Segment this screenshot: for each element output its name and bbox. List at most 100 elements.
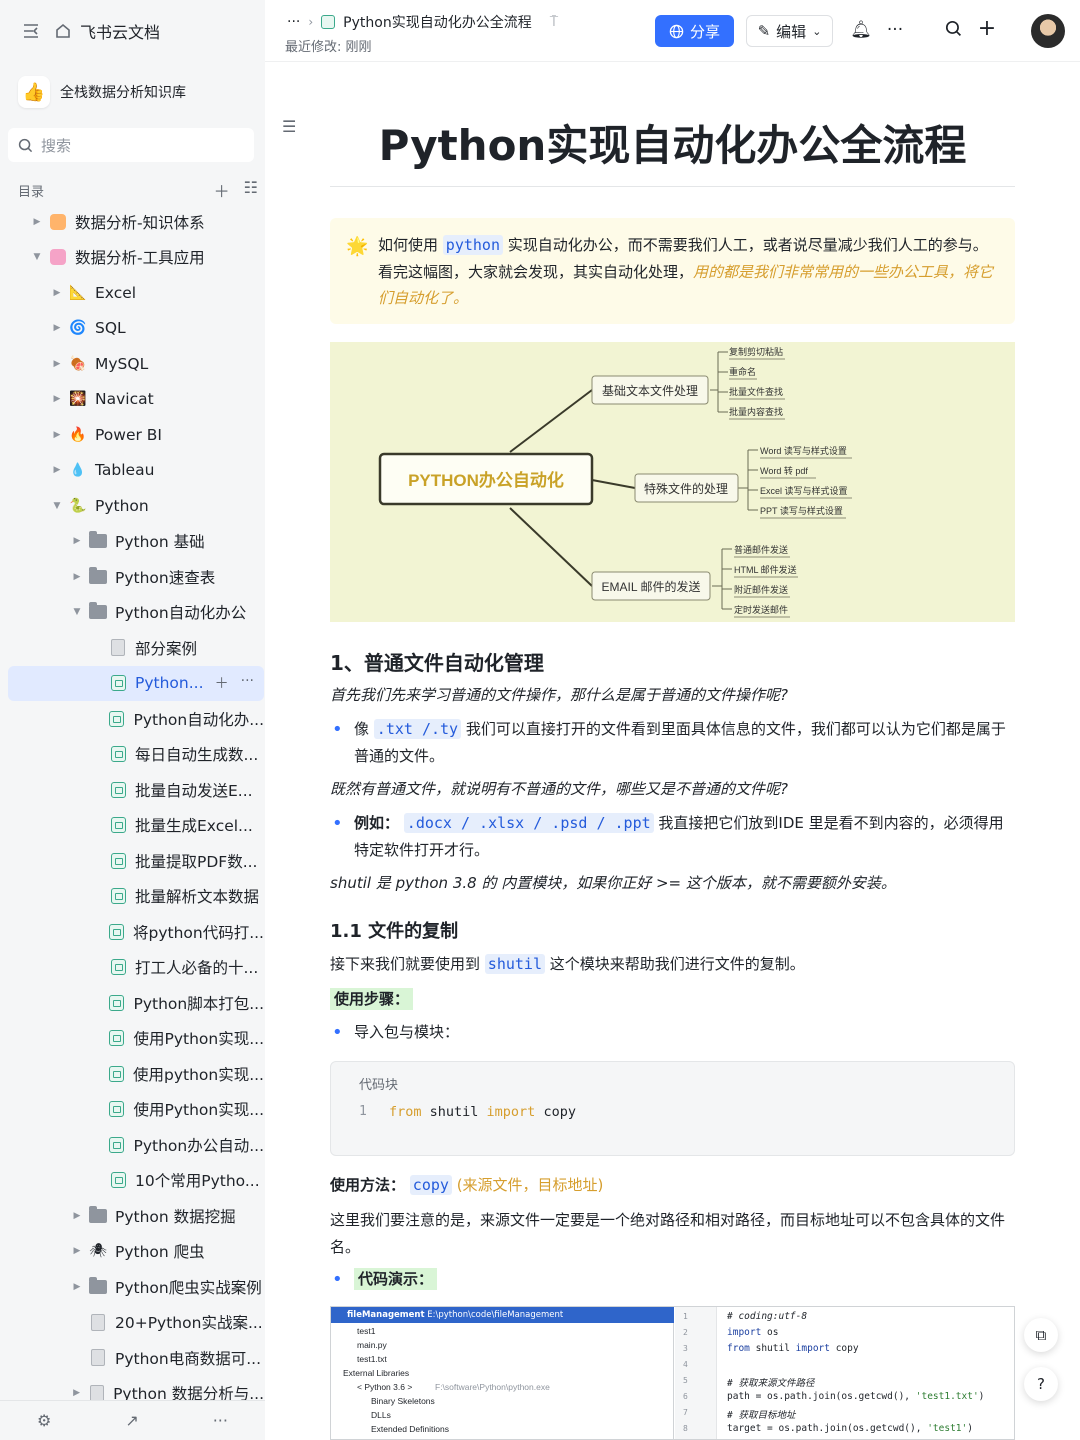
sidebar-tree-item[interactable]: ▶ Python爬虫实战案例 <box>8 1269 264 1305</box>
outline-icon[interactable]: ☰ <box>282 117 298 136</box>
caret-right-icon[interactable]: ▶ <box>70 1282 84 1292</box>
caret-right-icon[interactable]: ▶ <box>50 323 64 333</box>
sidebar-tree-item[interactable]: ▶ 🍖 MySQL <box>8 346 264 382</box>
tree-item: Binary Skeletons <box>371 1396 435 1406</box>
copy-link-icon[interactable]: ⧉ <box>1024 1318 1058 1352</box>
home-icon[interactable] <box>54 22 72 40</box>
sidebar-tree-item[interactable]: Python电商数据可... <box>8 1340 264 1376</box>
sidebar-tree-item[interactable]: 部分案例 <box>8 630 264 666</box>
sidebar-tree-item[interactable]: ▶ 🌀 SQL <box>8 311 264 347</box>
bullet-label: 例如： <box>354 814 400 832</box>
paragraph: 使用方法： copy (来源文件，目标地址) <box>330 1172 1015 1199</box>
sidebar-tree-item[interactable]: 打工人必备的十... <box>8 950 264 986</box>
more-icon[interactable]: ··· <box>884 20 906 40</box>
chevron-right-icon: › <box>308 15 314 29</box>
sidebar-tree-item[interactable]: ▶ Python速查表 <box>8 559 264 595</box>
sidebar-tree-item[interactable]: ▼ Python自动化办公 <box>8 595 264 631</box>
sidebar-tree-item[interactable]: 批量自动发送E... <box>8 772 264 808</box>
sidebar-tree-item[interactable]: 每日自动生成数... <box>8 737 264 773</box>
share-out-icon[interactable]: ↗ <box>125 1411 138 1430</box>
breadcrumb-more[interactable]: ··· <box>287 14 300 30</box>
app-title[interactable]: 飞书云文档 <box>80 19 160 43</box>
sidebar-tree-item[interactable]: ▶ 💧 Tableau <box>8 453 264 489</box>
line-number: 4 <box>683 1360 688 1369</box>
sidebar-tree-item[interactable]: Python自动化办... <box>8 701 264 737</box>
collapse-sidebar-icon[interactable] <box>22 22 40 40</box>
caret-right-icon[interactable]: ▶ <box>30 217 44 227</box>
sidebar-tree-item[interactable]: ▼ 🐍 Python <box>8 488 264 524</box>
more-icon[interactable]: ··· <box>241 673 254 693</box>
search-icon[interactable] <box>942 20 964 42</box>
settings-icon[interactable]: ⚙ <box>37 1411 51 1430</box>
search-input[interactable]: 搜索 <box>8 128 254 162</box>
sidebar-tree-label: 批量自动发送E... <box>135 781 253 800</box>
sidebar-tree-item[interactable]: Python办公自动... <box>8 1127 264 1163</box>
sidebar-tree-item[interactable]: 将python代码打... <box>8 914 264 950</box>
add-icon[interactable]: ＋ <box>214 178 230 202</box>
doc-icon <box>107 1099 126 1119</box>
sidebar-tree-item[interactable]: 使用python实现... <box>8 1056 264 1092</box>
doc-icon <box>108 815 128 835</box>
editor-gutter: 1 2 3 4 5 6 7 8 <box>675 1307 717 1439</box>
sidebar-tree-item[interactable]: ▶ Python 基础 <box>8 524 264 560</box>
caret-down-icon[interactable]: ▼ <box>50 501 64 511</box>
project-tree: fileManagement E:\python\code\fileManage… <box>331 1307 674 1439</box>
sidebar-tree-item[interactable]: ▶ 🎇 Navicat <box>8 382 264 418</box>
sidebar-tree-item[interactable]: 20+Python实战案... <box>8 1305 264 1341</box>
caret-right-icon[interactable]: ▶ <box>70 1388 83 1398</box>
sidebar-tree-item[interactable]: 10个常用Pytho... <box>8 1163 264 1199</box>
code-comment: # 获取来源文件路径 <box>727 1378 815 1389</box>
caret-right-icon[interactable]: ▶ <box>50 465 64 475</box>
sidebar-tree-item[interactable]: 使用Python实现... <box>8 1021 264 1057</box>
caret-right-icon[interactable]: ▶ <box>50 430 64 440</box>
line-number: 8 <box>683 1424 688 1433</box>
caret-right-icon[interactable]: ▶ <box>50 394 64 404</box>
sidebar-tree-item[interactable]: Python... ＋ ··· <box>8 665 264 701</box>
sidebar-tree-item[interactable]: 使用Python实现... <box>8 1092 264 1128</box>
tree-item: DLLs <box>371 1410 391 1420</box>
sidebar-tree-item[interactable]: ▶ 数据分析-知识体系 <box>8 204 264 240</box>
sidebar-tree-item[interactable]: 批量提取PDF数... <box>8 843 264 879</box>
sidebar-tree-label: Python自动化办... <box>133 710 264 729</box>
caret-right-icon[interactable]: ▶ <box>50 288 64 298</box>
add-icon[interactable]: + <box>976 16 998 41</box>
caret-right-icon[interactable]: ▶ <box>70 536 84 546</box>
tree-item: External Libraries <box>343 1368 410 1378</box>
caret-down-icon[interactable]: ▼ <box>70 607 84 617</box>
sidebar-tree-item[interactable]: Python脚本打包... <box>8 985 264 1021</box>
bell-icon[interactable]: 🔔︎ <box>850 20 872 40</box>
more-icon[interactable]: ··· <box>213 1411 228 1430</box>
caret-right-icon[interactable]: ▶ <box>70 572 84 582</box>
list-icon[interactable]: ☷ <box>244 178 258 202</box>
doc-icon <box>108 780 128 800</box>
add-icon[interactable]: ＋ <box>215 673 229 693</box>
share-button[interactable]: 分享 <box>655 15 734 47</box>
sidebar-tree-item[interactable]: 批量解析文本数据 <box>8 879 264 915</box>
sidebar-tree-item[interactable]: ▶ 🕷 Python 爬虫 <box>8 1234 264 1270</box>
help-icon[interactable]: ? <box>1024 1367 1058 1401</box>
sidebar-tree-item[interactable]: ▶ 🔥 Power BI <box>8 417 264 453</box>
sidebar-tree-item[interactable]: ▶ Python 数据挖掘 <box>8 1198 264 1234</box>
code-block[interactable]: 代码块 1 from shutil import copy <box>330 1061 1015 1156</box>
caret-right-icon[interactable]: ▶ <box>70 1211 84 1221</box>
line-number: 1 <box>683 1312 688 1321</box>
python-icon: 🐍 <box>69 497 87 514</box>
caret-right-icon[interactable]: ▶ <box>70 1246 84 1256</box>
caret-down-icon[interactable]: ▼ <box>30 252 44 262</box>
edit-button[interactable]: ✎ 编辑 ⌄ <box>746 15 833 47</box>
mindmap-leaf: 附近邮件发送 <box>734 584 788 595</box>
code-text: shutil <box>749 1343 796 1354</box>
breadcrumb-title[interactable]: Python实现自动化办公全流程 <box>343 12 532 32</box>
code-text: path = os.path.join(os.getcwd(), <box>727 1391 916 1402</box>
pin-icon[interactable]: ⍑ <box>550 14 558 30</box>
mindmap-leaf: PPT 读写与样式设置 <box>760 505 843 516</box>
avatar[interactable] <box>1031 14 1065 48</box>
mindmap-leaf: Excel 读写与样式设置 <box>760 485 848 496</box>
caret-right-icon[interactable]: ▶ <box>50 359 64 369</box>
sidebar-tree-item[interactable]: ▼ 数据分析-工具应用 <box>8 240 264 276</box>
mysql-icon: 🍖 <box>69 355 87 372</box>
sidebar-tree-item[interactable]: 批量生成Excel... <box>8 808 264 844</box>
knowledge-base-header[interactable]: 👍 全栈数据分析知识库 <box>18 72 258 112</box>
sidebar-tree-item[interactable]: ▶ 📐 Excel <box>8 275 264 311</box>
sidebar-tree-label: 批量提取PDF数... <box>135 852 258 871</box>
